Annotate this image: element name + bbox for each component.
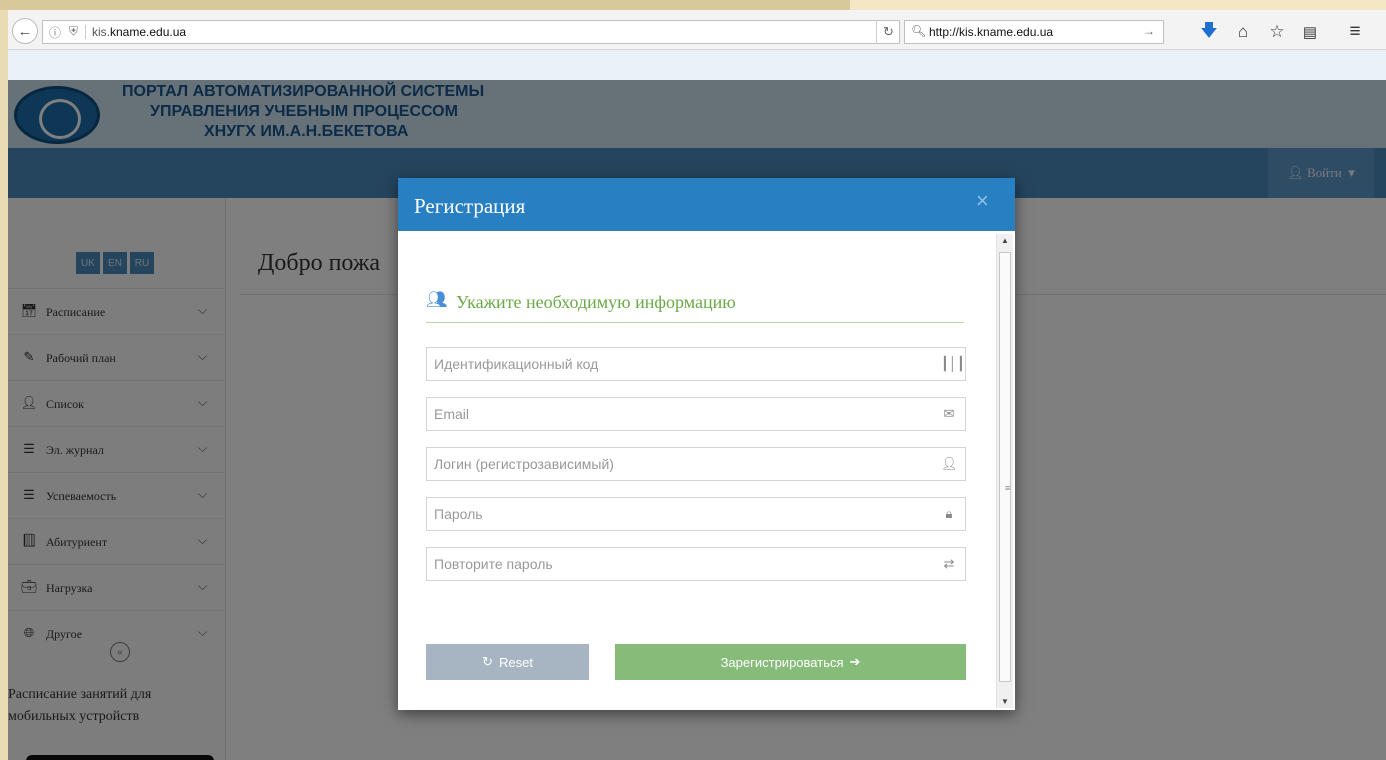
home-icon[interactable]: ⌂ — [1230, 20, 1256, 44]
password-repeat-input[interactable] — [427, 548, 927, 580]
password-repeat-field: ⇄ — [426, 547, 966, 581]
section-heading: 👥︎ Укажите необходимую информацию — [426, 290, 964, 323]
register-label: Зарегистрироваться — [720, 654, 844, 670]
id-code-input[interactable] — [427, 348, 927, 380]
reading-list-icon[interactable]: ▤ — [1297, 20, 1323, 44]
go-arrow-icon[interactable]: → — [1143, 24, 1155, 38]
url-text[interactable]: kis.kname.edu.ua — [92, 25, 186, 39]
browser-tab-strip — [8, 50, 1386, 80]
grip-icon: ≡ — [1005, 483, 1011, 493]
info-icon[interactable]: ⓘ — [49, 24, 61, 41]
url-separator — [85, 25, 86, 39]
reset-label: Reset — [498, 654, 533, 670]
download-icon[interactable]: 🡇 — [1196, 20, 1222, 44]
modal-title: Регистрация — [414, 194, 526, 218]
reset-button[interactable]: ↻ Reset — [426, 644, 589, 680]
email-field: ✉ — [426, 397, 966, 431]
reload-button[interactable]: ↻ — [876, 20, 900, 44]
url-domain: kname.edu.ua — [110, 25, 187, 39]
menu-icon[interactable]: ≡ — [1342, 20, 1368, 44]
desktop-window-edge — [850, 0, 1386, 10]
reload-icon: ↻ — [883, 24, 894, 39]
refresh-icon: ↻ — [482, 654, 493, 669]
modal-scrollbar[interactable]: ▲ ≡ ▼ — [996, 234, 1013, 708]
search-bar[interactable]: 🔍︎ http://kis.kname.edu.ua → — [904, 20, 1164, 44]
registration-modal: Регистрация × 👥︎ Укажите необходимую инф… — [398, 178, 1015, 710]
search-icon: 🔍︎ — [911, 24, 927, 38]
login-field: 👤︎ — [426, 447, 966, 481]
lock-icon: 🔒︎ — [945, 506, 953, 521]
users-icon: 👥︎ — [426, 290, 448, 309]
url-bar[interactable]: ⓘ ⛨ kis.kname.edu.ua — [42, 20, 900, 44]
arrow-right-icon: ➔ — [849, 654, 861, 669]
back-button[interactable]: ← — [12, 18, 38, 44]
shield-icon[interactable]: ⛨ — [69, 24, 78, 39]
bookmark-star-icon[interactable]: ☆ — [1264, 20, 1290, 44]
scroll-down-icon[interactable]: ▼ — [1001, 697, 1009, 706]
password-field: 🔒︎ — [426, 497, 966, 531]
scroll-up-icon[interactable]: ▲ — [1001, 236, 1009, 245]
close-icon[interactable]: × — [976, 188, 996, 213]
search-text: http://kis.kname.edu.ua — [929, 25, 1054, 39]
back-arrow-icon: ← — [17, 22, 33, 40]
password-input[interactable] — [427, 498, 927, 530]
login-input[interactable] — [427, 448, 927, 480]
email-input[interactable] — [427, 398, 927, 430]
scrollbar-thumb[interactable]: ≡ — [999, 252, 1011, 682]
user-icon: 👤︎ — [941, 456, 958, 471]
register-button[interactable]: Зарегистрироваться ➔ — [615, 644, 966, 680]
id-code-field: ┃│┃ — [426, 347, 966, 381]
barcode-icon: ┃│┃ — [941, 356, 965, 371]
url-prefix: kis. — [92, 25, 110, 39]
envelope-icon: ✉ — [943, 406, 955, 421]
section-title: Укажите необходимую информацию — [456, 292, 736, 312]
retweet-icon: ⇄ — [943, 556, 955, 571]
